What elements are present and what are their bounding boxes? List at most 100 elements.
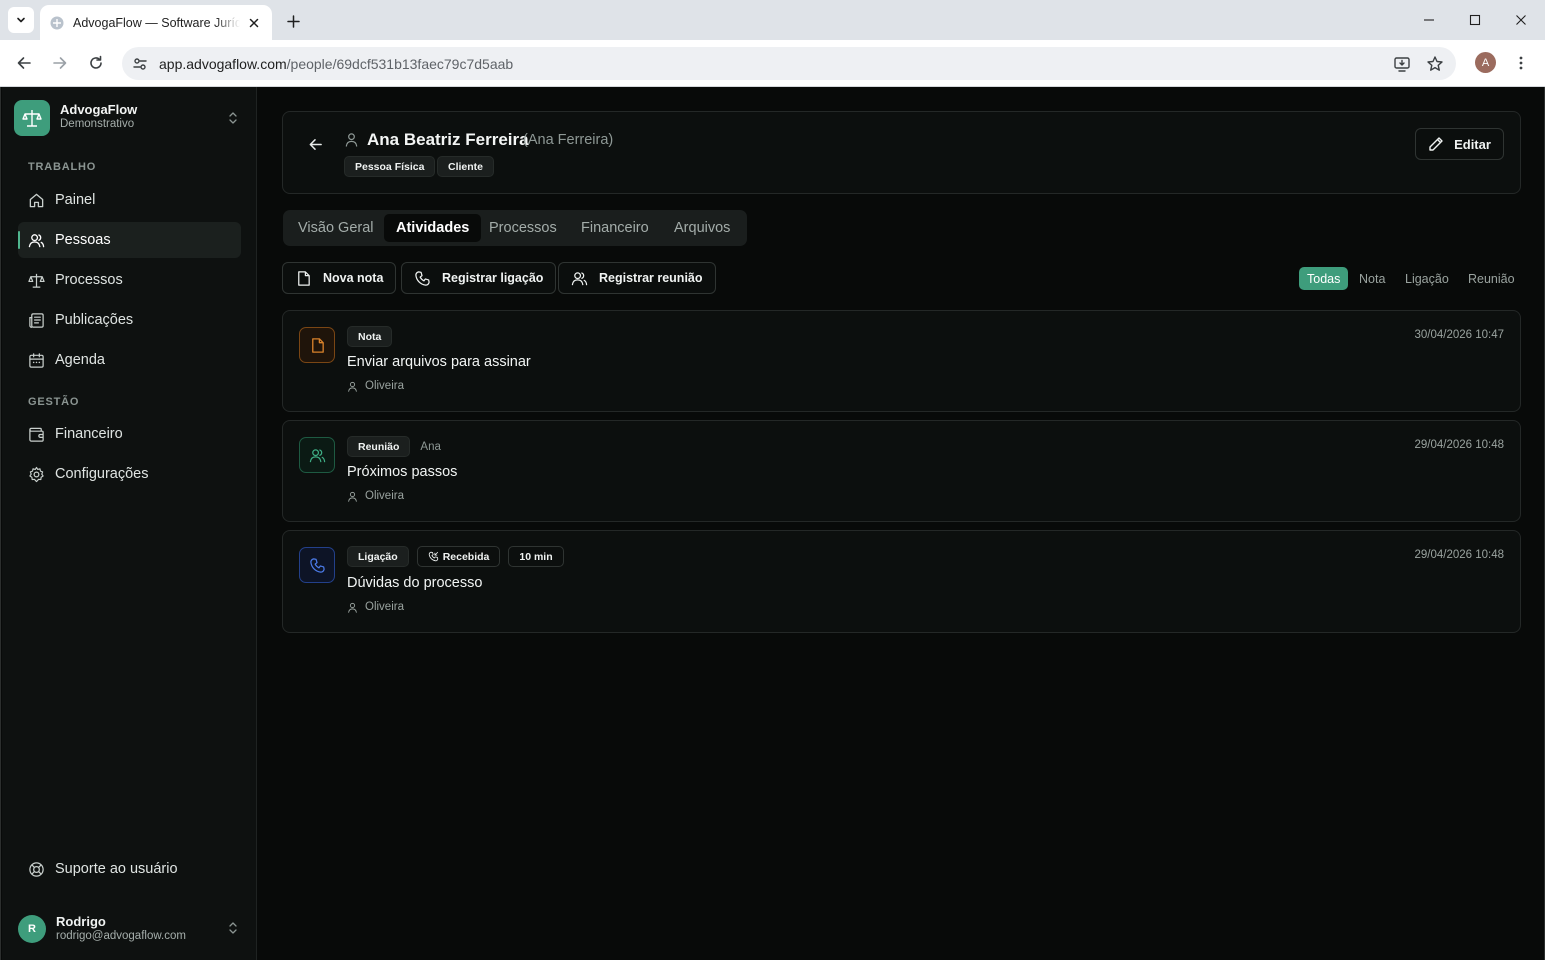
- activity-type-badge: Reunião: [347, 436, 411, 457]
- url-text: app.advogaflow.com/people/69dcf531b13fae…: [159, 56, 513, 72]
- app-root: AdvogaFlow Demonstrativo TRABALHO Painel…: [0, 87, 1545, 960]
- call-direction-label: Recebida: [442, 550, 490, 563]
- maximize-button[interactable]: [1463, 8, 1487, 32]
- filter-reuniao[interactable]: Reunião: [1460, 267, 1523, 290]
- sidebar-item-financeiro[interactable]: Financeiro: [18, 416, 241, 452]
- chevrons-up-down-icon: [229, 112, 237, 124]
- new-note-label: Nova nota: [323, 271, 384, 285]
- sidebar-item-label: Configurações: [55, 466, 149, 482]
- favicon-icon: [50, 16, 64, 29]
- url-host: app.advogaflow.com: [159, 56, 287, 72]
- edit-button-label: Editar: [1454, 136, 1491, 152]
- close-icon: [1516, 15, 1526, 25]
- tab-financeiro[interactable]: Financeiro: [569, 214, 661, 242]
- arrow-right-icon: [53, 57, 67, 69]
- new-tab-button[interactable]: [282, 10, 304, 32]
- tab-arquivos[interactable]: Arquivos: [662, 214, 742, 242]
- person-type-badge: Pessoa Física: [344, 156, 436, 177]
- site-info-icon[interactable]: [131, 55, 149, 73]
- sidebar-item-publicacoes[interactable]: Publicações: [18, 302, 241, 338]
- support-link[interactable]: Suporte ao usuário: [18, 851, 241, 887]
- sidebar-item-pessoas[interactable]: Pessoas: [18, 222, 241, 258]
- person-tabs: Visão Geral Atividades Processos Finance…: [283, 210, 747, 246]
- install-app-icon[interactable]: [1393, 55, 1411, 73]
- user-icon: [345, 133, 358, 147]
- browser-toolbar: app.advogaflow.com/people/69dcf531b13fae…: [0, 40, 1545, 87]
- filter-ligacao[interactable]: Ligação: [1397, 267, 1457, 290]
- tab-search-button[interactable]: [8, 7, 34, 33]
- log-call-button[interactable]: Registrar ligação: [401, 262, 557, 294]
- note-activity-icon-box: [299, 327, 335, 363]
- sidebar-item-agenda[interactable]: Agenda: [18, 342, 241, 378]
- activity-date: 30/04/2026 10:47: [1414, 329, 1504, 341]
- pencil-icon: [1429, 137, 1443, 151]
- call-direction-badge: Recebida: [416, 546, 501, 567]
- sidebar-item-processos[interactable]: Processos: [18, 262, 241, 298]
- sidebar-item-painel[interactable]: Painel: [18, 182, 241, 218]
- back-to-people-button[interactable]: [304, 133, 326, 155]
- sidebar-item-label: Pessoas: [55, 232, 111, 248]
- brand-subtitle: Demonstrativo: [60, 118, 135, 130]
- phone-incoming-icon: [428, 551, 438, 562]
- filter-nota[interactable]: Nota: [1351, 267, 1393, 290]
- sidebar-item-label: Agenda: [55, 352, 105, 368]
- activity-badges: Nota: [347, 326, 393, 347]
- activity-title: Próximos passos: [347, 464, 458, 480]
- user-icon: [348, 491, 357, 502]
- filter-todas[interactable]: Todas: [1299, 267, 1349, 290]
- activity-date: 29/04/2026 10:48: [1414, 439, 1504, 451]
- avatar: R: [18, 915, 46, 943]
- sidebar-item-configuracoes[interactable]: Configurações: [18, 456, 241, 492]
- sidebar: AdvogaFlow Demonstrativo TRABALHO Painel…: [2, 87, 257, 960]
- browser-tab[interactable]: AdvogaFlow — Software Jurídico: [40, 5, 272, 40]
- more-vertical-icon: [1519, 56, 1523, 70]
- tab-atividades[interactable]: Atividades: [384, 214, 482, 242]
- browser-menu-button[interactable]: [1512, 53, 1530, 73]
- bookmark-star-icon[interactable]: [1426, 55, 1444, 73]
- sidebar-item-label: Processos: [55, 272, 123, 288]
- reload-button[interactable]: [84, 51, 108, 75]
- browser-tabstrip: AdvogaFlow — Software Jurídico: [0, 0, 1545, 40]
- address-bar[interactable]: app.advogaflow.com/people/69dcf531b13fae…: [122, 47, 1456, 80]
- call-activity-icon-box: [299, 547, 335, 583]
- user-email: rodrigo@advogaflow.com: [56, 930, 186, 942]
- minimize-button[interactable]: [1417, 8, 1441, 32]
- back-button[interactable]: [12, 51, 36, 75]
- profile-avatar[interactable]: A: [1475, 52, 1496, 73]
- tab-close-button[interactable]: [246, 15, 262, 31]
- chevron-down-icon: [17, 17, 25, 23]
- forward-button[interactable]: [48, 51, 72, 75]
- activity-item[interactable]: Ligação Recebida 10 min Dúvidas do proce…: [282, 530, 1521, 633]
- sidebar-item-label: Financeiro: [55, 426, 123, 442]
- activity-item[interactable]: Nota Enviar arquivos para assinar Olivei…: [282, 310, 1521, 412]
- activity-author-name: Oliveira: [365, 380, 404, 392]
- sidebar-item-label: Publicações: [55, 312, 134, 328]
- users-icon: [571, 271, 588, 285]
- workspace-switcher[interactable]: AdvogaFlow Demonstrativo: [14, 100, 246, 136]
- close-window-button[interactable]: [1509, 8, 1533, 32]
- reload-icon: [90, 55, 102, 69]
- brand-name: AdvogaFlow: [60, 102, 138, 117]
- support-label: Suporte ao usuário: [55, 861, 178, 877]
- brand-logo: [14, 100, 50, 136]
- client-badge: Cliente: [437, 156, 495, 177]
- sidebar-item-label: Painel: [55, 192, 96, 208]
- section-title-trabalho: TRABALHO: [28, 161, 97, 173]
- user-menu[interactable]: R Rodrigo rodrigo@advogaflow.com: [18, 913, 244, 945]
- activity-item[interactable]: Reunião Ana Próximos passos Oliveira 29/…: [282, 420, 1521, 522]
- log-meeting-button[interactable]: Registrar reunião: [558, 262, 716, 294]
- url-path: /people/69dcf531b13faec79c7d5aab: [286, 56, 514, 72]
- tab-title: AdvogaFlow — Software Jurídico: [73, 15, 240, 30]
- section-title-gestao: GESTÃO: [28, 396, 80, 408]
- tab-visao-geral[interactable]: Visão Geral: [286, 214, 386, 242]
- tab-processos[interactable]: Processos: [477, 214, 569, 242]
- edit-button[interactable]: Editar: [1415, 128, 1504, 160]
- phone-icon: [309, 557, 325, 573]
- users-icon: [309, 448, 325, 462]
- new-note-button[interactable]: Nova nota: [282, 262, 397, 294]
- home-icon: [29, 193, 44, 207]
- person-alias: (Ana Ferreira): [523, 132, 614, 148]
- call-duration-badge: 10 min: [508, 546, 564, 567]
- arrow-left-icon: [17, 57, 31, 69]
- activity-date: 29/04/2026 10:48: [1414, 549, 1504, 561]
